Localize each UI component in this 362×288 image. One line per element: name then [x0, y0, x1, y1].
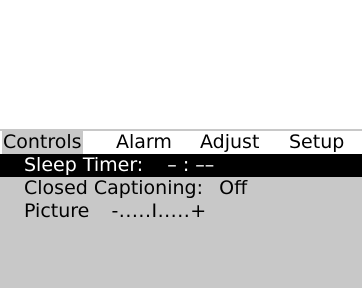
closed-captioning-value: Off [219, 177, 248, 199]
picture-label: Picture [24, 200, 90, 222]
menu-item-picture[interactable]: Picture -.....I.....+ [0, 200, 362, 223]
sleep-timer-value: – : –– [167, 154, 215, 176]
menu-item-closed-captioning[interactable]: Closed Captioning: Off [0, 177, 362, 200]
tab-adjust[interactable]: Adjust [199, 131, 260, 154]
tv-screen: Controls Alarm Adjust Setup Sleep Timer:… [0, 0, 362, 288]
menu-item-sleep-timer[interactable]: Sleep Timer: – : –– [0, 154, 362, 177]
menu-tab-bar: Controls Alarm Adjust Setup [0, 131, 362, 154]
tab-setup[interactable]: Setup [288, 131, 345, 154]
tab-alarm[interactable]: Alarm [115, 131, 173, 154]
picture-slider[interactable]: -.....I.....+ [111, 200, 206, 222]
closed-captioning-label: Closed Captioning: [24, 177, 204, 199]
tab-controls[interactable]: Controls [2, 131, 83, 154]
sleep-timer-label: Sleep Timer: [24, 154, 144, 176]
